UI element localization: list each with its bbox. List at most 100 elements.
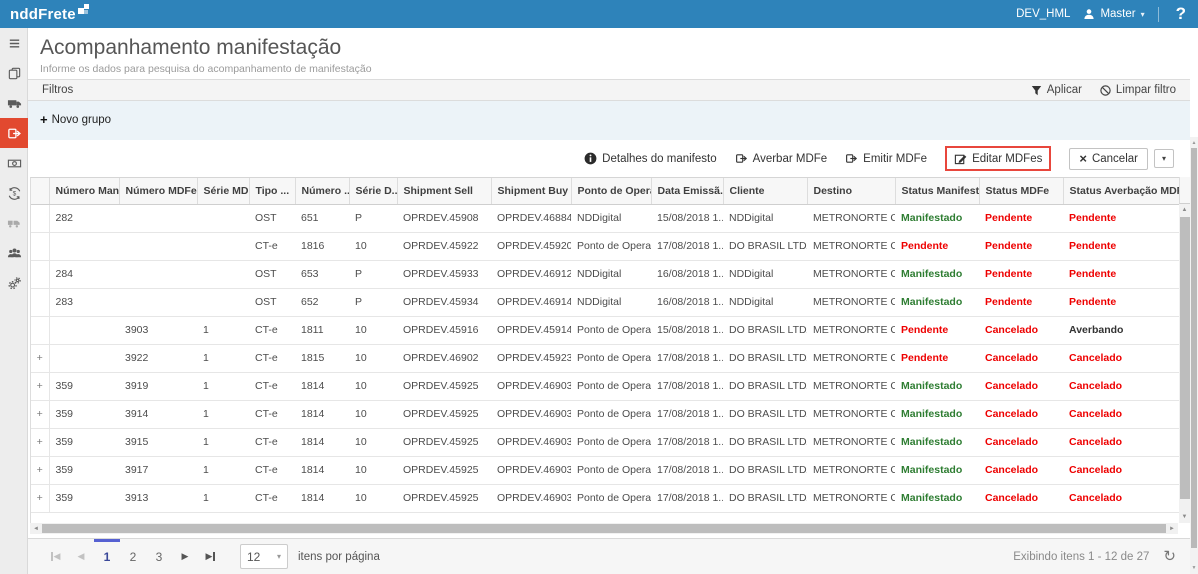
table-row[interactable]: 283 OST 652 P OPRDEV.45934 OPRDEV.46914 NDDigi… (31, 288, 1179, 317)
user-menu[interactable]: Master ▾ (1083, 8, 1145, 20)
column-header-numero_documento[interactable]: Número ... (294, 178, 349, 205)
user-icon (1083, 8, 1095, 20)
table-row[interactable]: +359 3919 1 CT-e 1814 10 OPRDEV.45925 OPRDEV.46… (31, 372, 1179, 401)
cell-serie_mdfe (197, 204, 249, 233)
row-expander[interactable]: + (31, 484, 50, 513)
page-number-2[interactable]: 2 (120, 539, 146, 574)
cell-status_averbacao_mdfe: Cancelado (1063, 456, 1179, 485)
row-expander[interactable]: + (31, 456, 50, 485)
cell-data_emissao: 15/08/2018 1... (651, 204, 723, 233)
first-page-button[interactable]: ◀ (42, 539, 68, 574)
cancelar-button[interactable]: × Cancelar (1069, 147, 1148, 170)
column-header-status_averbacao_mdfe[interactable]: Status Averbação MDFe↑ (1062, 178, 1179, 205)
cell-cliente: DO BRASIL LTDA-GU... (723, 484, 807, 513)
table-row[interactable]: +3922 1 CT-e 1815 10 OPRDEV.46902 OPRDEV.45923… (31, 344, 1179, 373)
apply-filter-button[interactable]: Aplicar (1031, 84, 1082, 96)
cell-tipo_documento: CT-e (249, 372, 295, 401)
grid-body: 282 OST 651 P OPRDEV.45908 OPRDEV.46884 NDDigi… (31, 204, 1179, 513)
sidebar-item-manifest[interactable] (0, 118, 28, 148)
page-number-3[interactable]: 3 (146, 539, 172, 574)
averbar-mdfe-button[interactable]: Averbar MDFe (735, 152, 827, 165)
cell-numero_mdfe: 3903 (119, 316, 197, 345)
scroll-up-icon[interactable]: ▲ (1192, 140, 1197, 146)
column-header-serie_mdfe[interactable]: Série MDFe (196, 178, 249, 205)
column-header-ponto_operacao[interactable]: Ponto de Operação (570, 178, 651, 205)
table-row[interactable]: +359 3915 1 CT-e 1814 10 OPRDEV.45925 OPRDEV.46… (31, 428, 1179, 457)
cell-numero_documento: 1814 (295, 428, 349, 457)
grouping-area: + Novo grupo (28, 101, 1190, 140)
next-page-button[interactable]: ▶ (172, 539, 198, 574)
new-group-button[interactable]: + Novo grupo (40, 113, 111, 126)
column-header-expand[interactable] (31, 178, 49, 205)
column-header-status_manifesto[interactable]: Status Manifesto (894, 178, 979, 205)
scroll-down-icon[interactable]: ▼ (1192, 565, 1197, 571)
column-header-shipment_sell[interactable]: Shipment Sell (396, 178, 491, 205)
table-row[interactable]: 282 OST 651 P OPRDEV.45908 OPRDEV.46884 NDDigi… (31, 204, 1179, 233)
help-button[interactable]: ? (1172, 4, 1190, 24)
chevron-down-icon: ▾ (1140, 9, 1145, 19)
table-row[interactable]: 284 OST 653 P OPRDEV.45933 OPRDEV.46912 NDDigi… (31, 260, 1179, 289)
cell-status_averbacao_mdfe: Cancelado (1063, 400, 1179, 429)
column-header-status_mdfe[interactable]: Status MDFe (978, 178, 1063, 205)
scroll-left-icon[interactable]: ◄ (33, 526, 39, 532)
column-header-data_emissao[interactable]: Data Emissã... (650, 178, 723, 205)
vertical-scroll-thumb[interactable] (1180, 217, 1190, 499)
page-scroll-thumb[interactable] (1191, 148, 1197, 548)
table-row[interactable]: 3903 1 CT-e 1811 10 OPRDEV.45916 OPRDEV.45914 P… (31, 316, 1179, 345)
row-expander[interactable]: + (31, 372, 50, 401)
sidebar-item-payments[interactable] (0, 148, 28, 178)
sidebar-item-users[interactable] (0, 238, 28, 268)
table-row[interactable]: +359 3914 1 CT-e 1814 10 OPRDEV.45925 OPRDEV.46… (31, 400, 1179, 429)
horizontal-scroll-thumb[interactable] (41, 524, 1167, 533)
cell-destino: METRONORTE CO... (807, 372, 895, 401)
cell-serie_documento: 10 (349, 400, 397, 429)
cell-destino: METRONORTE CO... (807, 428, 895, 457)
row-expander[interactable]: + (31, 400, 50, 429)
cancelar-dropdown-button[interactable]: ▾ (1153, 149, 1174, 168)
cell-status_manifesto: Manifestado (895, 456, 979, 485)
cell-status_averbacao_mdfe: Cancelado (1063, 428, 1179, 457)
sidebar-menu-toggle[interactable] (0, 28, 28, 58)
column-header-cliente[interactable]: Cliente (722, 178, 807, 205)
editar-mdfes-button[interactable]: Editar MDFes (945, 146, 1052, 171)
clear-filter-button[interactable]: Limpar filtro (1100, 84, 1176, 96)
table-vertical-scrollbar[interactable]: ▲ ▼ (1179, 177, 1190, 523)
table-row[interactable]: +359 3913 1 CT-e 1814 10 OPRDEV.45925 OPRDEV.46… (31, 484, 1179, 513)
column-header-numero_manifestacao[interactable]: Número Mani... (48, 178, 119, 205)
cell-shipment_sell: OPRDEV.45925 (397, 372, 491, 401)
cell-numero_mdfe: 3917 (119, 456, 197, 485)
refresh-icon[interactable]: ↻ (1163, 549, 1176, 564)
sidebar-item-documents[interactable] (0, 58, 28, 88)
cell-ponto_operacao: Ponto de Operação ... (571, 344, 651, 373)
emitir-mdfe-button[interactable]: Emitir MDFe (845, 152, 927, 165)
page-number-1[interactable]: 1 (94, 538, 120, 574)
cell-status_manifesto: Manifestado (895, 484, 979, 513)
cell-shipment_buy: OPRDEV.46912 (491, 260, 571, 289)
page-vertical-scrollbar[interactable]: ▲ ▼ (1190, 137, 1198, 574)
sidebar-item-fleet[interactable] (0, 208, 28, 238)
table-horizontal-scrollbar[interactable]: ◄ ► (30, 523, 1178, 534)
table-row[interactable]: +359 3917 1 CT-e 1814 10 OPRDEV.45925 OPRDEV.46… (31, 456, 1179, 485)
manifest-details-button[interactable]: Detalhes do manifesto (584, 152, 717, 165)
sidebar-item-financial[interactable]: $ (0, 178, 28, 208)
cell-status_mdfe: Cancelado (979, 344, 1063, 373)
column-header-serie_documento[interactable]: Série D... (348, 178, 397, 205)
previous-page-button[interactable]: ◀ (68, 539, 94, 574)
column-header-destino[interactable]: Destino (806, 178, 895, 205)
table-row[interactable]: CT-e 1816 10 OPRDEV.45922 OPRDEV.45920 Ponto … (31, 232, 1179, 261)
last-page-button[interactable]: ▶ (198, 539, 224, 574)
page-size-select[interactable]: 12 ▾ (240, 544, 288, 569)
cell-ponto_operacao: NDDigital (571, 204, 651, 233)
scroll-right-icon[interactable]: ► (1169, 526, 1175, 532)
sidebar-item-transport[interactable] (0, 88, 28, 118)
sidebar-item-settings[interactable] (0, 268, 28, 298)
scroll-down-icon[interactable]: ▼ (1182, 514, 1188, 520)
scroll-up-icon[interactable]: ▲ (1182, 207, 1188, 213)
cell-serie_mdfe: 1 (197, 456, 249, 485)
row-expander[interactable]: + (31, 344, 50, 373)
column-header-shipment_buy[interactable]: Shipment Buy (490, 178, 571, 205)
cell-serie_documento: 10 (349, 484, 397, 513)
column-header-tipo_documento[interactable]: Tipo ... (248, 178, 295, 205)
row-expander[interactable]: + (31, 428, 50, 457)
column-header-numero_mdfe[interactable]: Número MDFe (118, 178, 197, 205)
